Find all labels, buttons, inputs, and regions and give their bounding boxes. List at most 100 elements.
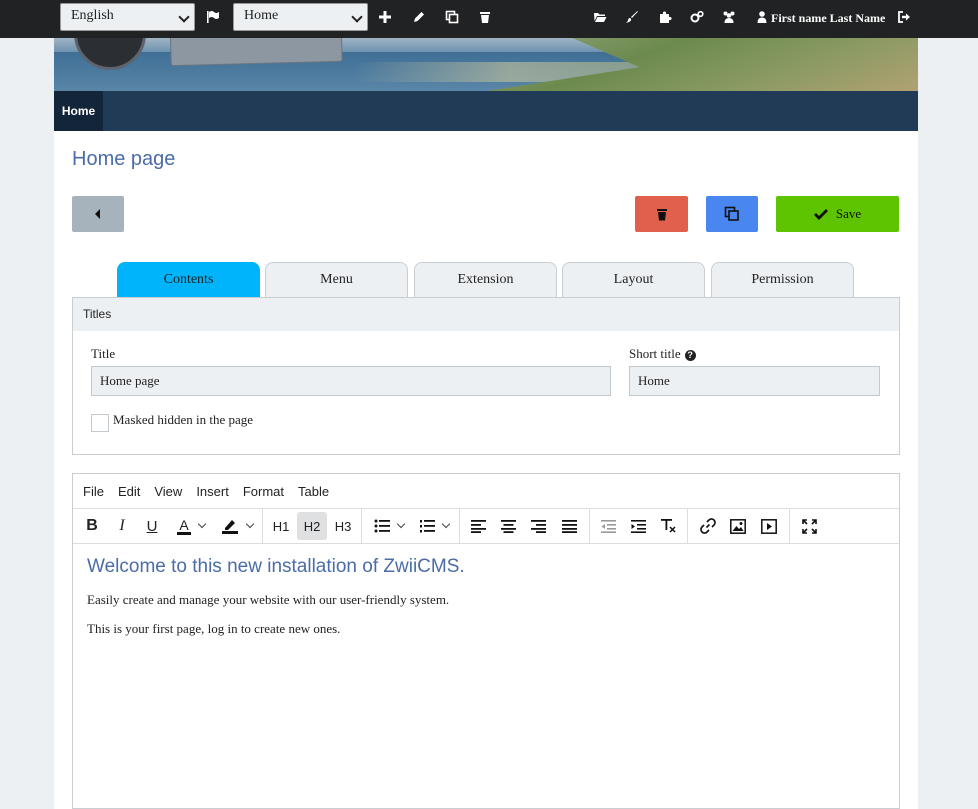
question-circle-icon[interactable]: ? xyxy=(684,350,696,361)
fullscreen-button[interactable] xyxy=(798,512,820,540)
highlight-button[interactable] xyxy=(216,512,258,540)
short-title-input[interactable]: Home xyxy=(629,366,880,396)
user-name[interactable]: First name Last Name xyxy=(771,11,885,26)
chevron-down-icon xyxy=(396,519,406,529)
users-icon[interactable] xyxy=(722,10,736,24)
indent-icon xyxy=(630,519,646,533)
titles-panel: Titles Title Home page Short title? Home… xyxy=(72,297,900,455)
tab-layout[interactable]: Layout xyxy=(562,262,705,297)
caret-left-icon xyxy=(95,209,100,219)
underline-button[interactable]: U xyxy=(141,512,163,540)
chevron-down-icon xyxy=(178,11,190,23)
media-button[interactable] xyxy=(758,512,780,540)
toolbar-separator xyxy=(589,509,590,543)
copy-icon[interactable] xyxy=(445,10,459,24)
menu-format[interactable]: Format xyxy=(243,484,284,499)
toolbar-separator xyxy=(361,509,362,543)
indent-button[interactable] xyxy=(627,512,649,540)
short-title-label-text: Short title xyxy=(629,346,681,361)
language-select-value: English xyxy=(71,8,114,23)
flag-icon[interactable] xyxy=(206,10,220,24)
image-button[interactable] xyxy=(727,512,749,540)
short-title-label: Short title? xyxy=(629,346,696,362)
toolbar-separator xyxy=(687,509,688,543)
align-center-button[interactable] xyxy=(497,512,519,540)
align-left-icon xyxy=(470,519,486,533)
editor-toolbar: B I U A H1 H2 H3 xyxy=(73,509,899,544)
save-button[interactable]: Save xyxy=(776,196,899,232)
folder-open-icon[interactable] xyxy=(593,10,607,24)
toolbar-separator xyxy=(262,509,263,543)
chevron-down-icon xyxy=(351,11,363,23)
italic-button[interactable]: I xyxy=(111,512,133,540)
align-justify-icon xyxy=(561,519,577,533)
h1-button[interactable]: H1 xyxy=(267,512,295,540)
tab-menu[interactable]: Menu xyxy=(265,262,408,297)
chevron-down-icon xyxy=(245,519,255,529)
align-justify-button[interactable] xyxy=(558,512,580,540)
plus-icon[interactable] xyxy=(378,10,392,24)
bullet-list-icon xyxy=(374,519,390,533)
bullet-list-button[interactable] xyxy=(368,512,410,540)
pencil-icon[interactable] xyxy=(412,10,426,24)
text-color-button[interactable]: A xyxy=(171,512,211,540)
duplicate-button[interactable] xyxy=(706,196,758,232)
toolbar-separator xyxy=(459,509,460,543)
clear-format-icon xyxy=(661,519,676,533)
admin-bar: English Home First name Last Name xyxy=(0,0,978,38)
site-container: Home Home page Save Contents Menu Extens… xyxy=(54,38,918,809)
titles-heading: Titles xyxy=(73,298,899,331)
clear-format-button[interactable] xyxy=(657,512,679,540)
site-nav: Home xyxy=(54,91,918,131)
menu-edit[interactable]: Edit xyxy=(118,484,140,499)
user-icon xyxy=(756,10,768,24)
fullscreen-icon xyxy=(801,518,817,534)
tab-contents[interactable]: Contents xyxy=(117,262,260,297)
align-right-icon xyxy=(530,519,546,533)
link-icon xyxy=(700,518,716,534)
editor-menubar: File Edit View Insert Format Table xyxy=(73,474,899,509)
site-banner xyxy=(54,38,918,91)
content-paragraph: This is your first page, log in to creat… xyxy=(87,621,341,636)
rich-text-editor: File Edit View Insert Format Table B I U… xyxy=(72,473,900,809)
outdent-button[interactable] xyxy=(597,512,619,540)
align-center-icon xyxy=(500,519,516,533)
highlighter-icon xyxy=(222,520,238,534)
align-right-button[interactable] xyxy=(527,512,549,540)
logout-icon[interactable] xyxy=(897,10,911,24)
back-button[interactable] xyxy=(72,196,124,232)
content-heading: Welcome to this new installation of Zwii… xyxy=(87,556,465,577)
title-input[interactable]: Home page xyxy=(91,366,611,396)
save-label: Save xyxy=(835,206,862,221)
trash-icon[interactable] xyxy=(478,10,492,24)
h3-button[interactable]: H3 xyxy=(329,512,357,540)
page-select-value: Home xyxy=(244,8,279,23)
numbered-list-button[interactable] xyxy=(413,512,455,540)
nav-item-home[interactable]: Home xyxy=(54,91,103,131)
cogs-icon[interactable] xyxy=(690,10,704,24)
language-select[interactable]: English xyxy=(60,3,195,31)
page-select[interactable]: Home xyxy=(233,3,368,31)
align-left-button[interactable] xyxy=(467,512,489,540)
outdent-icon xyxy=(600,519,616,533)
editor-content[interactable]: Welcome to this new installation of Zwii… xyxy=(87,556,465,650)
h2-button[interactable]: H2 xyxy=(297,512,327,540)
menu-file[interactable]: File xyxy=(83,484,104,499)
image-icon xyxy=(730,518,746,534)
menu-table[interactable]: Table xyxy=(298,484,329,499)
masked-label: Masked hidden in the page xyxy=(113,412,254,427)
menu-insert[interactable]: Insert xyxy=(196,484,229,499)
title-label: Title xyxy=(91,346,116,361)
check-icon xyxy=(813,209,828,220)
menu-view[interactable]: View xyxy=(154,484,182,499)
numbered-list-icon xyxy=(420,520,435,533)
page-title: Home page xyxy=(72,148,176,170)
masked-checkbox[interactable] xyxy=(91,414,109,432)
link-button[interactable] xyxy=(697,512,719,540)
tab-permission[interactable]: Permission xyxy=(711,262,854,297)
puzzle-icon[interactable] xyxy=(658,10,672,24)
delete-button[interactable] xyxy=(635,196,688,232)
tab-extension[interactable]: Extension xyxy=(414,262,557,297)
brush-icon[interactable] xyxy=(625,10,639,24)
bold-button[interactable]: B xyxy=(81,512,103,540)
